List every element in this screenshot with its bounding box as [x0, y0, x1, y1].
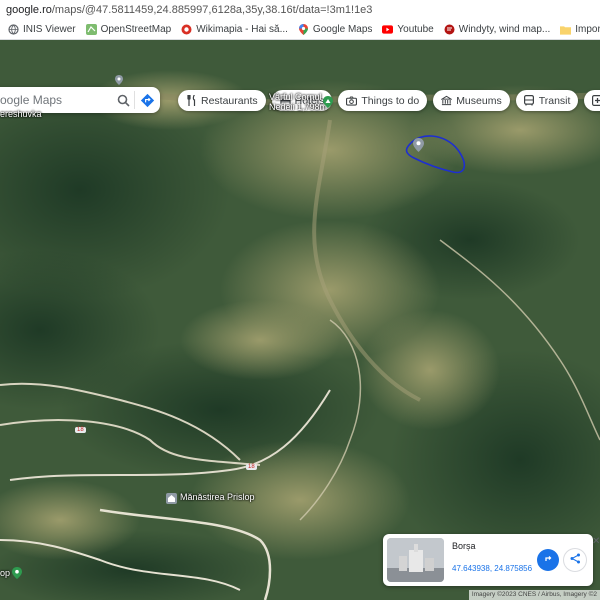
peak-label-name: Vârful Cornul: [269, 92, 322, 102]
bookmark-label: OpenStreetMap: [100, 24, 172, 35]
globe-icon: [8, 24, 19, 35]
place-coordinates[interactable]: 47.643938, 24.875856: [452, 564, 532, 573]
bookmark-item[interactable]: Importate: [560, 24, 600, 35]
satellite-map[interactable]: oogle Maps Restaurants Hotels Things to do…: [0, 40, 600, 600]
monastery-label[interactable]: Mănăstirea Prislop: [180, 492, 255, 502]
search-icon[interactable]: [112, 94, 134, 107]
chip-label: Things to do: [361, 94, 420, 107]
road-shield: 18: [75, 427, 86, 433]
museum-icon: [441, 95, 453, 106]
road-shield: 18: [246, 464, 257, 470]
bookmark-item[interactable]: Google Maps: [298, 24, 372, 35]
place-name: Borșa: [452, 541, 476, 551]
chip-things-to-do[interactable]: Things to do: [338, 90, 428, 111]
bookmark-label: INIS Viewer: [23, 24, 76, 35]
close-icon[interactable]: ✕: [592, 536, 600, 547]
chip-label: Museums: [456, 94, 502, 107]
url-host: google.ro: [6, 4, 52, 16]
bookmark-item[interactable]: OpenStreetMap: [85, 24, 172, 35]
search-input[interactable]: oogle Maps: [0, 93, 112, 107]
folder-icon: [560, 24, 572, 35]
bookmarks-bar: INIS Viewer OpenStreetMap Wikimapia - Hai …: [0, 20, 600, 40]
bookmark-label: Wikimapia - Hai să...: [196, 24, 288, 35]
chip-pharmacies[interactable]: Pharmacies: [584, 90, 600, 111]
bookmark-label: Youtube: [397, 24, 434, 35]
imagery-attribution: Imagery ©2023 CNES / Airbus, Imagery ©2: [468, 590, 600, 600]
peak-label[interactable]: Vârful Cornul Nedeii 1,798m: [269, 92, 327, 112]
bookmark-item[interactable]: INIS Viewer: [8, 24, 76, 35]
chip-transit[interactable]: Transit: [515, 90, 579, 111]
wikimapia-icon: [181, 24, 192, 35]
pharmacy-icon: [592, 95, 600, 106]
location-pin-icon[interactable]: [413, 138, 424, 157]
bookmark-label: Windyty, wind map...: [458, 24, 551, 35]
directions-button[interactable]: [537, 549, 559, 571]
peak-label-elevation: Nedeii 1,798m: [269, 102, 328, 112]
category-chips: Restaurants Hotels Things to do Museums Tran…: [178, 90, 600, 111]
map-pin-icon[interactable]: [115, 72, 123, 90]
chip-museums[interactable]: Museums: [433, 90, 510, 111]
camera-icon: [346, 95, 358, 106]
share-button[interactable]: [564, 549, 586, 571]
peak-marker-icon[interactable]: [323, 95, 333, 113]
url-path: /maps/@47.5811459,24.885997,6128a,35y,38…: [51, 4, 373, 16]
chip-label: Restaurants: [201, 94, 258, 107]
place-card[interactable]: Borșa 47.643938, 24.875856: [383, 534, 593, 586]
green-pin-icon[interactable]: [12, 566, 22, 584]
windy-icon: [444, 24, 455, 35]
directions-icon: [542, 551, 554, 569]
place-thumbnail[interactable]: [387, 538, 444, 582]
youtube-icon: [382, 24, 394, 35]
bookmark-label: Google Maps: [312, 24, 373, 35]
bookmark-item[interactable]: Wikimapia - Hai să...: [181, 24, 288, 35]
satellite-terrain: [0, 40, 600, 600]
bookmark-item[interactable]: Windyty, wind map...: [444, 24, 551, 35]
bottom-left-label[interactable]: op: [0, 568, 10, 578]
bookmark-label: Importate: [575, 24, 600, 35]
fork-knife-icon: [186, 95, 197, 106]
chip-label: Transit: [538, 94, 571, 107]
directions-icon[interactable]: [134, 91, 160, 109]
maps-pin-icon: [298, 24, 309, 35]
bus-icon: [524, 95, 535, 106]
monastery-icon[interactable]: [166, 491, 177, 509]
address-bar[interactable]: google.ro/maps/@47.5811459,24.885997,612…: [0, 0, 600, 20]
osm-icon: [85, 24, 97, 35]
chip-restaurants[interactable]: Restaurants: [178, 90, 266, 111]
bookmark-item[interactable]: Youtube: [382, 24, 434, 35]
town-label[interactable]: ereshuvka: [0, 109, 42, 119]
share-icon: [570, 551, 581, 569]
